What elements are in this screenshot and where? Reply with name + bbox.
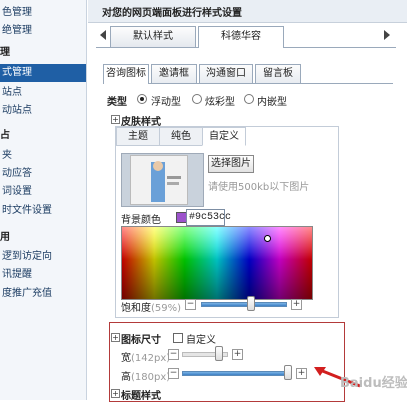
skin-tab-label: 纯色: [171, 131, 191, 142]
subtab-chat-window[interactable]: 沟通窗口: [199, 64, 253, 83]
sidebar-item-label: 时文件设置: [2, 205, 52, 216]
height-value: (180px): [131, 372, 171, 383]
sidebar-item-message-reminder[interactable]: 讯提醒: [0, 266, 86, 283]
sidebar-item-style-management[interactable]: 式管理: [0, 64, 86, 82]
height-label-text: 高: [121, 372, 131, 383]
icon-size-label: 图标尺寸: [121, 335, 161, 346]
radio-embedded-label: 内嵌型: [257, 97, 287, 108]
sidebar-item-label: 夹: [2, 150, 12, 161]
radio-floating-label: 浮动型: [151, 97, 181, 108]
sidebar-item-label: 动站点: [2, 105, 32, 116]
sidebar-section-2: 占: [0, 127, 86, 144]
width-decrease-button[interactable]: −: [168, 349, 179, 360]
radio-floating[interactable]: [137, 94, 147, 104]
subtab-label: 邀请框: [159, 68, 189, 79]
radio-colorful[interactable]: [192, 94, 202, 104]
bg-color-label: 背景颜色: [121, 215, 161, 226]
sidebar-item-promotion-recharge[interactable]: 度推广充值: [0, 285, 86, 302]
sidebar-item-label: 站点: [2, 87, 22, 98]
baidu-watermark: Baidu经验: [340, 376, 407, 391]
width-label-text: 宽: [121, 353, 131, 364]
saturation-label-text: 饱和度: [121, 303, 151, 314]
subtab-message-board[interactable]: 留言板: [255, 64, 301, 83]
select-image-button[interactable]: 选择图片: [208, 155, 254, 173]
skin-tab-custom[interactable]: 自定义: [202, 127, 246, 146]
sidebar-item-label: 词设置: [2, 186, 32, 197]
arrow-left-icon[interactable]: [100, 30, 106, 40]
sidebar-section-label: 理: [0, 47, 10, 58]
sidebar: 色管理 绝管理 理 式管理 站点 动站点 占 夹 动应答 词设置 时文件设置 用…: [0, 0, 87, 400]
sidebar-item-color-management[interactable]: 色管理: [0, 4, 86, 21]
sidebar-item-label: 逻到访定向: [2, 251, 52, 262]
height-label: 高(180px): [121, 368, 170, 383]
height-decrease-button[interactable]: −: [168, 368, 179, 379]
arrow-right-icon[interactable]: [384, 30, 390, 40]
custom-size-label: 自定义: [186, 335, 216, 346]
sidebar-item-visit-direction[interactable]: 逻到访定向: [0, 248, 86, 265]
person-icon: [151, 161, 181, 202]
subtab-consult-icon[interactable]: 咨询图标: [103, 64, 149, 84]
subtab-label: 留言板: [263, 68, 293, 79]
saturation-value: (59%): [151, 303, 182, 314]
tab-label: 科德华容: [221, 31, 261, 42]
preview-image: [130, 155, 188, 205]
type-label: 类型: [107, 97, 127, 108]
sidebar-section-management: 理: [0, 44, 86, 61]
custom-size-checkbox[interactable]: [173, 333, 183, 343]
radio-embedded[interactable]: [244, 94, 254, 104]
width-slider-thumb[interactable]: [215, 346, 223, 361]
height-slider-thumb[interactable]: [284, 365, 292, 380]
saturation-increase-button[interactable]: +: [291, 299, 302, 310]
tab-label: 默认样式: [133, 31, 173, 42]
color-hex-value: 9c53cc: [195, 212, 232, 223]
sidebar-item-keyword-settings[interactable]: 词设置: [0, 183, 86, 200]
subtab-label: 咨询图标: [106, 68, 146, 79]
skin-tab-theme[interactable]: 主题: [116, 127, 160, 146]
skin-tab-label: 自定义: [209, 131, 239, 142]
expand-skin-icon[interactable]: +: [111, 115, 120, 124]
saturation-decrease-button[interactable]: −: [185, 299, 196, 310]
tab-default-style[interactable]: 默认样式: [110, 26, 196, 47]
sidebar-item-label: 讯提醒: [2, 269, 32, 280]
sidebar-item-label: 式管理: [2, 67, 32, 78]
image-size-hint: 请使用500kb以下图片: [208, 182, 310, 193]
width-label: 宽(142px): [121, 349, 170, 364]
sidebar-item-auto-reply[interactable]: 动应答: [0, 165, 86, 182]
expand-icon-size-icon[interactable]: +: [111, 333, 120, 342]
sidebar-section-label: 占: [0, 130, 10, 141]
height-increase-button[interactable]: +: [296, 368, 307, 379]
sidebar-item-site[interactable]: 站点: [0, 84, 86, 101]
sidebar-item-label: 绝管理: [2, 25, 32, 36]
subtab-invite-box[interactable]: 邀请框: [151, 64, 197, 83]
width-increase-button[interactable]: +: [232, 349, 243, 360]
color-picker-overlay: [122, 227, 312, 299]
expand-title-style-icon[interactable]: +: [111, 389, 120, 398]
saturation-label: 饱和度(59%): [121, 299, 181, 314]
skin-tab-solid[interactable]: 纯色: [159, 127, 203, 146]
radio-colorful-label: 炫彩型: [205, 97, 235, 108]
sidebar-item-label: 动应答: [2, 168, 32, 179]
sidebar-item-block-management[interactable]: 绝管理: [0, 22, 86, 39]
height-track[interactable]: [182, 371, 288, 376]
sidebar-item-folder[interactable]: 夹: [0, 147, 86, 164]
bg-color-input[interactable]: #9c53cc: [186, 209, 231, 226]
sidebar-item-label: 色管理: [2, 7, 32, 18]
sidebar-section-3: 用: [0, 229, 86, 246]
saturation-slider-thumb[interactable]: [247, 296, 255, 311]
color-picker-marker[interactable]: [264, 235, 271, 242]
subtab-label: 沟通窗口: [206, 68, 246, 79]
style-tabbar: 默认样式 科德华容: [96, 26, 396, 48]
sidebar-section-label: 用: [0, 232, 10, 243]
sidebar-item-mobile-site[interactable]: 动站点: [0, 102, 86, 119]
page-title: 对您的网页端面板进行样式设置: [102, 8, 242, 19]
sidebar-item-file-settings[interactable]: 时文件设置: [0, 202, 86, 219]
width-value: (142px): [131, 353, 171, 364]
sub-tabbar: 咨询图标 邀请框 沟通窗口 留言板: [103, 64, 393, 84]
saturation-track[interactable]: [201, 302, 287, 307]
sidebar-item-label: 度推广充值: [2, 288, 52, 299]
tab-custom-style[interactable]: 科德华容: [198, 26, 284, 48]
skin-tab-label: 主题: [128, 131, 148, 142]
